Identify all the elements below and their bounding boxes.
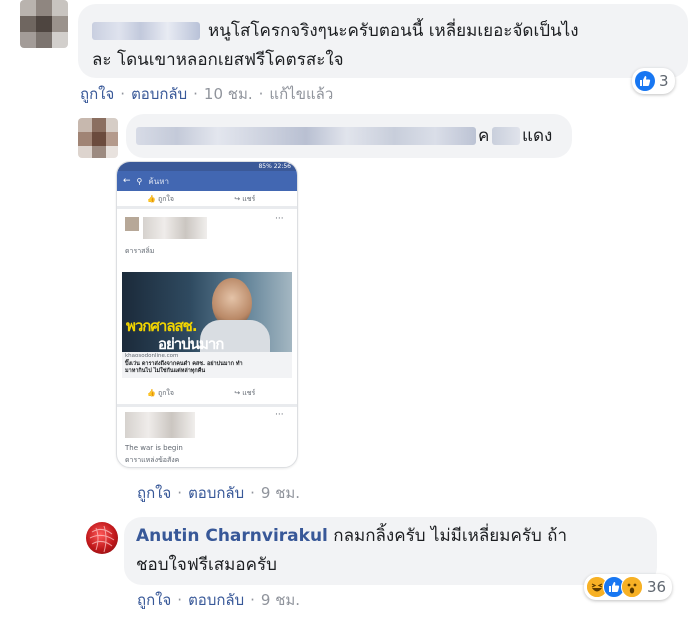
back-arrow-icon: ←	[123, 176, 131, 186]
phone-post-text: ดาราแหล่งข้อสังค	[125, 456, 180, 464]
phone-divider	[117, 404, 297, 407]
author-name[interactable]	[136, 127, 476, 145]
author-name[interactable]: Anutin Charnvirakul	[136, 526, 328, 546]
author-name[interactable]	[92, 22, 200, 40]
redacted-word	[492, 127, 520, 145]
timestamp[interactable]: 9 ชม.	[261, 484, 300, 502]
comment-line: Anutin Charnvirakul กลมกลิ้งครับ ไม่มีเห…	[136, 521, 567, 552]
phone-like-row: 👍 ถูกใจ ↪ แชร์	[147, 195, 256, 203]
reply-link[interactable]: ตอบกลับ	[131, 85, 187, 103]
reaction-count: 3	[659, 72, 669, 90]
share-icon: ↪	[234, 195, 241, 203]
link-domain: khaosodonline.com	[125, 353, 179, 359]
phone-search-label: ค้นหา	[148, 176, 169, 186]
comment-text-fragment: ค	[478, 126, 490, 146]
like-reaction-icon	[635, 71, 655, 91]
more-icon: ···	[275, 410, 284, 420]
attached-screenshot[interactable]: 85% 22:56 ← ⚲ ค้นหา 👍 ถูกใจ ↪ แชร์ ··· ด…	[116, 161, 298, 468]
reply-link[interactable]: ตอบกลับ	[188, 484, 244, 502]
reaction-count: 36	[647, 578, 667, 596]
edited-label[interactable]: แก้ไขแล้ว	[269, 85, 333, 103]
share-icon: ↪	[234, 389, 241, 397]
thumb-icon: 👍	[147, 195, 156, 203]
link-preview: khaosodonline.com ปิ๊งเว่น ดาราส่งถึงจาก…	[122, 352, 292, 378]
comment-actions: ถูกใจ · ตอบกลับ · 9 ชม.	[137, 484, 301, 502]
thumb-icon: 👍	[147, 389, 156, 397]
comment-text: ชอบใจฟรีเสมอครับ	[136, 555, 277, 575]
news-photo: พวกศาลสช. อย่าบ่นมาก	[122, 272, 292, 353]
comment-text: ละ โดนเขาหลอกเยสฟรีโคตรสะใจ	[92, 50, 344, 70]
reaction-summary[interactable]: 3	[632, 68, 675, 94]
comment-text-fragment: แดง	[522, 126, 553, 146]
like-link[interactable]: ถูกใจ	[80, 85, 114, 103]
comment-actions: ถูกใจ · ตอบกลับ · 9 ชม.	[137, 591, 301, 609]
avatar[interactable]	[78, 118, 118, 158]
phone-page-avatar	[125, 217, 139, 231]
yarn-ball-icon	[89, 525, 115, 553]
like-link[interactable]: ถูกใจ	[137, 484, 171, 502]
comment-actions: ถูกใจ · ตอบกลับ · 10 ชม. · แก้ไขแล้ว	[80, 85, 334, 103]
more-icon: ···	[275, 214, 284, 224]
timestamp[interactable]: 9 ชม.	[261, 591, 300, 609]
phone-page-name-blur	[143, 217, 207, 239]
phone-status-bar: 85% 22:56	[117, 162, 297, 171]
link-title: ปิ๊งเว่น ดาราส่งถึงจากคนดำ คสช. อย่าบ่นม…	[125, 361, 243, 367]
phone-like-row: 👍 ถูกใจ ↪ แชร์	[147, 389, 256, 397]
timestamp[interactable]: 10 ชม.	[204, 85, 253, 103]
phone-page-name: ดาราสลิ่ม	[125, 247, 155, 255]
wow-reaction-icon	[621, 576, 643, 598]
reply-link[interactable]: ตอบกลับ	[188, 591, 244, 609]
avatar[interactable]	[20, 0, 68, 48]
comment-text: หนูโสโครกจริงๆนะครับตอนนี้ เหลี่ยมเยอะจั…	[208, 21, 579, 41]
reaction-summary[interactable]: 36	[584, 574, 673, 600]
search-icon: ⚲	[136, 176, 143, 186]
link-subtitle: มาหากินไป ไม่ใช่กันแต่หล่าทุกคืน	[125, 368, 206, 374]
phone-post-text: The war is begin	[125, 444, 183, 452]
phone-divider	[117, 206, 297, 209]
like-link[interactable]: ถูกใจ	[137, 591, 171, 609]
phone-search-bar: ← ⚲ ค้นหา	[117, 171, 297, 191]
comment-text: กลมกลิ้งครับ ไม่มีเหลี่ยมครับ ถ้า	[333, 526, 568, 546]
phone-page-name-blur	[125, 412, 195, 438]
avatar[interactable]	[86, 522, 118, 554]
